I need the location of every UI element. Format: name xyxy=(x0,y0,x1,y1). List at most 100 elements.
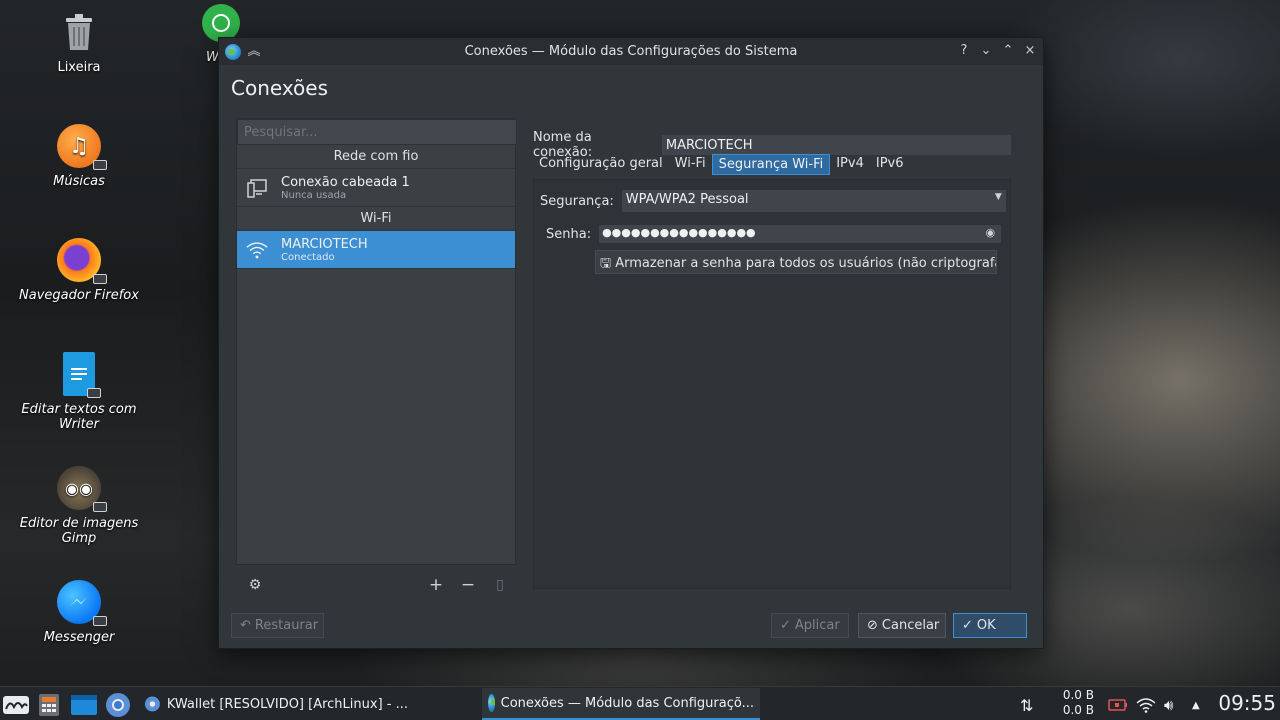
globe-icon xyxy=(225,44,241,60)
browser-task-icon xyxy=(144,696,160,712)
left-toolbar: ⚙ + − ▯ xyxy=(236,571,516,599)
settings-window: ︽ Conexões — Módulo das Configurações do… xyxy=(218,37,1044,649)
page-title: Conexões xyxy=(231,76,329,100)
link-badge-icon xyxy=(93,502,107,512)
desktop-icon-label: Lixeira xyxy=(57,60,101,75)
browser-icon[interactable] xyxy=(104,691,132,719)
window-title: Conexões — Módulo das Configurações do S… xyxy=(464,44,798,59)
password-mask: ●●●●●●●●●●●●●●●● xyxy=(602,226,756,239)
connection-item-wired[interactable]: Conexão cabeada 1 Nunca usada xyxy=(237,169,515,207)
link-badge-icon xyxy=(93,160,107,170)
show-password-eye-icon[interactable]: ◉ xyxy=(985,226,995,239)
tab-wifi[interactable]: Wi-Fi xyxy=(669,154,712,175)
application-launcher-icon[interactable] xyxy=(2,691,32,719)
tab-content: Segurança: WPA/WPA2 Pessoal ▼ Senha: ●●●… xyxy=(533,179,1011,589)
connection-name-input[interactable] xyxy=(661,135,1011,155)
apply-label: Aplicar xyxy=(794,618,840,633)
desktop-icon-label: Editar textos com Writer xyxy=(21,402,137,432)
desktop-icon-label: Editor de imagens Gimp xyxy=(19,516,139,546)
trash-icon xyxy=(57,10,101,54)
connection-details-panel: Nome da conexão: Configuração geral Wi-F… xyxy=(533,124,1011,589)
cancel-button[interactable]: ⊘ Cancelar xyxy=(858,613,946,638)
tray-expand-arrow-icon[interactable]: ▲ xyxy=(1192,691,1200,719)
firefox-icon xyxy=(57,238,107,284)
wifi-tray-icon[interactable] xyxy=(1136,691,1156,719)
password-field[interactable]: ●●●●●●●●●●●●●●●● ◉ xyxy=(599,225,1002,243)
tab-wifi-security[interactable]: Segurança Wi-Fi xyxy=(711,154,831,175)
desktop-icon-label: Navegador Firefox xyxy=(19,288,139,303)
desktop-icon-trash[interactable]: Lixeira xyxy=(4,10,154,75)
security-label: Segurança: xyxy=(540,193,614,209)
net-upload-speed: 0.0 B xyxy=(1062,688,1094,702)
connection-status: Conectado xyxy=(281,251,335,263)
keep-above-icon[interactable]: ︽ xyxy=(247,43,261,61)
desktop-icon-writer[interactable]: Editar textos com Writer xyxy=(4,352,154,432)
taskbar-task-connections[interactable]: Conexões — Módulo das Configuraçõ... xyxy=(482,688,760,720)
calculator-icon[interactable] xyxy=(38,691,60,719)
task-label: Conexões — Módulo das Configuraçõ... xyxy=(500,695,754,711)
desktop-icon-firefox[interactable]: Navegador Firefox xyxy=(4,238,154,303)
ok-label: OK xyxy=(976,618,996,633)
taskbar-task-kwallet[interactable]: KWallet [RESOLVIDO] [ArchLinux] - ... xyxy=(138,688,414,720)
check-icon: ✓ xyxy=(780,618,791,633)
dropdown-arrow-icon: ▼ xyxy=(994,192,1002,202)
messenger-icon xyxy=(57,580,107,626)
connection-name: Conexão cabeada 1 xyxy=(281,174,410,190)
wifi-icon xyxy=(245,238,269,262)
music-icon: ♫ xyxy=(57,124,107,170)
section-header-wifi: Wi-Fi xyxy=(237,207,515,231)
link-badge-icon xyxy=(93,274,107,284)
restore-label: Restaurar xyxy=(254,618,319,633)
ok-button[interactable]: ✓ OK xyxy=(953,613,1027,638)
desktop-icon-gimp[interactable]: ◉◉ Editor de imagens Gimp xyxy=(4,466,154,546)
window-titlebar[interactable]: ︽ Conexões — Módulo das Configurações do… xyxy=(219,38,1043,65)
link-badge-icon xyxy=(87,388,101,398)
remove-connection-button[interactable]: − xyxy=(457,574,479,596)
net-download-speed: 0.0 B xyxy=(1062,703,1094,717)
section-header-wired: Rede com fio xyxy=(237,145,515,169)
link-badge-icon xyxy=(93,616,107,626)
close-button[interactable]: × xyxy=(1023,42,1037,60)
add-connection-button[interactable]: + xyxy=(425,574,447,596)
minimize-button[interactable]: ⌄ xyxy=(979,42,993,60)
connection-item-wifi[interactable]: MARCIOTECH Conectado xyxy=(237,231,515,269)
connections-list-panel: Rede com fio Conexão cabeada 1 Nunca usa… xyxy=(236,118,517,565)
cancel-icon: ⊘ xyxy=(867,618,878,633)
check-icon: ✓ xyxy=(962,618,973,633)
tab-ipv6[interactable]: IPv6 xyxy=(870,154,910,175)
writer-icon xyxy=(63,352,101,398)
task-label: KWallet [RESOLVIDO] [ArchLinux] - ... xyxy=(166,696,408,712)
undo-icon: ↶ xyxy=(240,618,251,633)
network-monitor-icon[interactable]: ⇅ xyxy=(1020,691,1033,719)
store-password-label: Armazenar a senha para todos os usuários… xyxy=(615,256,997,271)
desktop-icon-label: Messenger xyxy=(43,630,115,645)
store-password-button[interactable]: 🖫 Armazenar a senha para todos os usuári… xyxy=(595,250,997,274)
apply-button[interactable]: ✓ Aplicar xyxy=(771,613,849,638)
search-input[interactable] xyxy=(237,119,517,145)
tab-general-config[interactable]: Configuração geral xyxy=(533,154,669,175)
gimp-icon: ◉◉ xyxy=(57,466,107,512)
export-icon[interactable]: ▯ xyxy=(489,574,511,596)
file-manager-icon[interactable] xyxy=(70,691,98,719)
tab-bar: Configuração geral Wi-Fi Segurança Wi-Fi… xyxy=(533,154,910,175)
globe-icon xyxy=(488,694,495,712)
security-select[interactable]: WPA/WPA2 Pessoal ▼ xyxy=(621,190,1006,212)
volume-icon[interactable]: 🔊︎ xyxy=(1164,691,1173,719)
desktop-icon-messenger[interactable]: Messenger xyxy=(4,580,154,645)
save-icon: 🖫 xyxy=(600,256,612,271)
cancel-label: Cancelar xyxy=(881,618,940,633)
tab-ipv4[interactable]: IPv4 xyxy=(830,154,870,175)
connection-status: Nunca usada xyxy=(281,189,347,201)
desktop-icon-label: Músicas xyxy=(53,174,105,189)
battery-icon[interactable] xyxy=(1108,691,1128,719)
desktop-icon-music[interactable]: ♫ Músicas xyxy=(4,124,154,189)
maximize-button[interactable]: ⌃ xyxy=(1001,42,1015,60)
wired-network-icon xyxy=(245,176,269,200)
security-value: WPA/WPA2 Pessoal xyxy=(625,192,749,207)
help-button[interactable]: ? xyxy=(957,42,971,60)
restore-button[interactable]: ↶ Restaurar xyxy=(231,613,324,638)
password-label: Senha: xyxy=(546,226,592,242)
clock[interactable]: 09:55 xyxy=(1212,691,1276,715)
settings-sliders-icon[interactable]: ⚙ xyxy=(244,574,266,596)
connection-name: MARCIOTECH xyxy=(281,236,368,252)
